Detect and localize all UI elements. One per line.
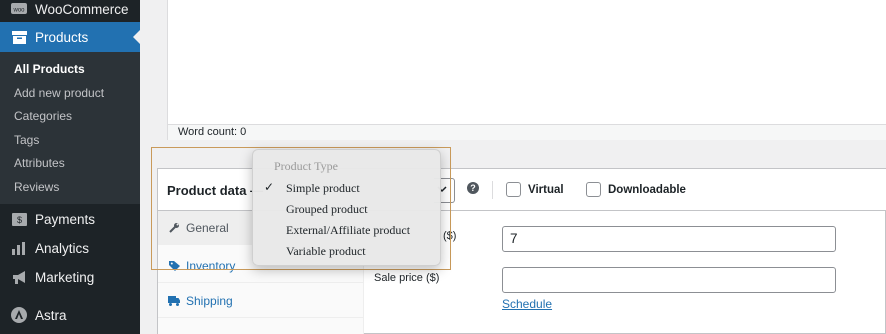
downloadable-checkbox[interactable] [586, 182, 601, 197]
submenu-categories[interactable]: Categories [14, 109, 72, 123]
option-grouped-product[interactable]: Grouped product [253, 198, 442, 219]
menu-analytics[interactable]: Analytics [0, 233, 140, 263]
regular-price-label-suffix: ($) [443, 230, 457, 242]
menu-payments-label: Payments [35, 211, 96, 227]
option-label: External/Affiliate product [286, 223, 411, 237]
tag-icon [168, 260, 180, 272]
submenu-all-products[interactable]: All Products [14, 62, 85, 76]
option-label: Grouped product [286, 202, 368, 216]
submenu-reviews[interactable]: Reviews [14, 180, 59, 194]
menu-marketing-label: Marketing [35, 269, 95, 285]
menu-payments[interactable]: $ Payments [0, 204, 140, 234]
admin-sidebar: woo WooCommerce Products All Products Ad… [0, 0, 140, 334]
products-submenu: All Products Add new product Categories … [0, 52, 140, 204]
woo-icon: woo [11, 1, 27, 17]
sale-price-input[interactable] [502, 267, 836, 293]
option-variable-product[interactable]: Variable product [253, 240, 442, 261]
help-icon[interactable]: ? [467, 182, 479, 194]
megaphone-icon [11, 269, 27, 285]
menu-analytics-label: Analytics [35, 240, 90, 256]
analytics-bar-icon [11, 240, 27, 256]
word-count: Word count: 0 [167, 124, 886, 140]
products-box-icon [11, 29, 27, 45]
payments-icon: $ [11, 211, 27, 227]
astra-logo-icon [11, 307, 27, 323]
svg-text:$: $ [16, 215, 21, 225]
submenu-tags[interactable]: Tags [14, 133, 39, 147]
downloadable-checkbox-wrap[interactable]: Downloadable [586, 182, 686, 197]
menu-products-label: Products [35, 29, 89, 45]
virtual-checkbox-wrap[interactable]: Virtual [506, 182, 564, 197]
tab-shipping[interactable]: Shipping [158, 284, 364, 318]
submenu-add-new-product[interactable]: Add new product [14, 86, 104, 100]
dropdown-header: Product Type [274, 159, 338, 173]
product-data-title: Product data — [167, 183, 264, 198]
option-simple-product[interactable]: ✓ Simple product [253, 177, 442, 198]
description-editor[interactable] [167, 0, 886, 140]
product-edit-screen: woo WooCommerce Products All Products Ad… [0, 0, 886, 334]
header-divider [492, 181, 493, 199]
product-type-dropdown: Product Type ✓ Simple product Grouped pr… [252, 149, 441, 266]
menu-astra[interactable]: Astra [0, 300, 140, 330]
tab-general-label: General [186, 220, 229, 235]
tab-inventory-label: Inventory [186, 258, 236, 273]
regular-price-input[interactable]: 7 [502, 226, 836, 252]
menu-products[interactable]: Products [0, 22, 140, 52]
wrench-icon [168, 222, 180, 234]
submenu-attributes[interactable]: Attributes [14, 156, 65, 170]
menu-woocommerce[interactable]: woo WooCommerce [0, 0, 140, 24]
schedule-link[interactable]: Schedule [502, 297, 552, 311]
menu-marketing[interactable]: Marketing [0, 262, 140, 292]
svg-text:woo: woo [12, 8, 25, 14]
virtual-label: Virtual [528, 183, 564, 196]
virtual-checkbox[interactable] [506, 182, 521, 197]
option-label: Simple product [286, 181, 360, 195]
menu-woocommerce-label: WooCommerce [35, 1, 129, 17]
option-label: Variable product [286, 244, 366, 258]
sale-price-label: Sale price ($) [374, 272, 440, 284]
tab-shipping-label: Shipping [186, 293, 233, 308]
checkmark-icon: ✓ [264, 180, 275, 194]
truck-icon [168, 295, 180, 307]
menu-astra-label: Astra [35, 307, 67, 323]
option-external-affiliate-product[interactable]: External/Affiliate product [253, 219, 442, 240]
downloadable-label: Downloadable [608, 183, 686, 196]
